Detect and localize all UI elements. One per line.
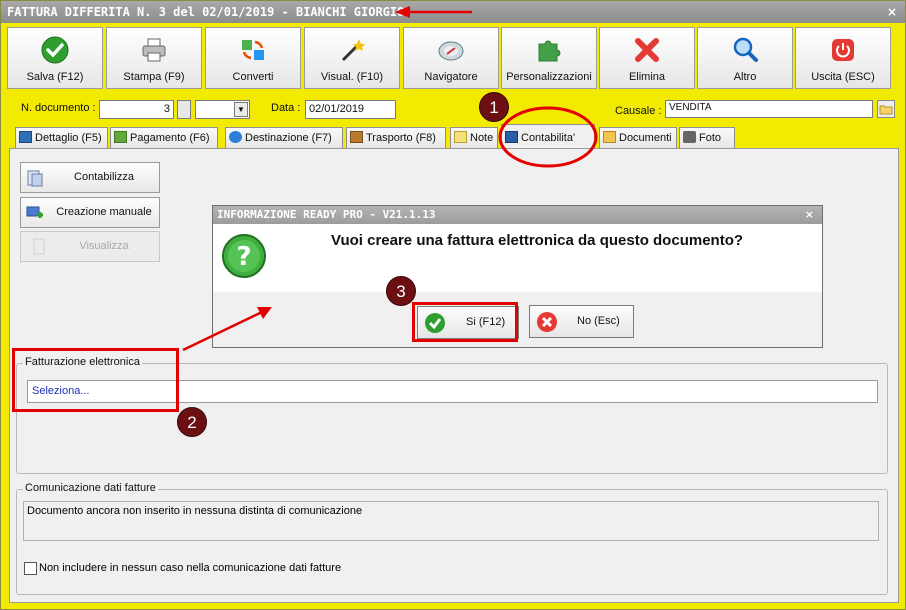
no-button[interactable]: No (Esc) — [529, 305, 634, 338]
print-button[interactable]: Stampa (F9) — [106, 27, 202, 89]
exit-label: Uscita (ESC) — [811, 71, 875, 83]
chevron-down-icon[interactable]: ▼ — [234, 102, 248, 117]
doc-number-field[interactable]: 3 — [99, 100, 174, 119]
truck-icon — [350, 131, 363, 143]
question-icon: ? — [222, 234, 266, 278]
causale-label: Causale : — [615, 105, 662, 117]
print-label: Stampa (F9) — [123, 71, 185, 83]
save-button[interactable]: Salva (F12) — [7, 27, 103, 89]
navigator-button[interactable]: Navigatore — [403, 27, 499, 89]
dialog-title: INFORMAZIONE READY PRO - V21.1.13 — [217, 208, 436, 221]
power-icon — [832, 39, 854, 61]
date-field[interactable]: 02/01/2019 — [305, 100, 396, 119]
tab-contabilita[interactable]: Contabilita' — [501, 124, 595, 150]
causale-field[interactable]: VENDITA — [665, 100, 873, 118]
globe-icon — [229, 131, 242, 143]
step-badge-1: 1 — [479, 92, 509, 122]
visual-label: Visual. (F10) — [320, 71, 384, 83]
doc-number-spin[interactable] — [177, 100, 191, 119]
dialog-body: ? Vuoi creare una fattura elettronica da… — [213, 224, 822, 292]
cdf-group-title: Comunicazione dati fatture — [23, 482, 158, 494]
money-icon — [114, 131, 127, 143]
dialog-close-icon[interactable]: × — [805, 206, 814, 224]
navigator-label: Navigatore — [424, 71, 478, 83]
customize-label: Personalizzazioni — [506, 71, 592, 83]
manual-creation-button[interactable]: Creazione manuale — [20, 197, 160, 228]
step-badge-3: 3 — [386, 276, 416, 306]
convert-label: Converti — [232, 71, 274, 83]
tab-trasporto[interactable]: Trasporto (F8) — [346, 127, 446, 149]
doc-suffix-select[interactable]: ▼ — [195, 100, 250, 119]
tab-note[interactable]: Note — [450, 127, 498, 149]
date-label: Data : — [271, 102, 301, 114]
cdf-exclude-label: Non includere in nessun caso nella comun… — [39, 562, 342, 574]
table-icon — [19, 131, 32, 143]
other-label: Altro — [733, 71, 757, 83]
note-icon — [454, 131, 467, 143]
tab-pagamento[interactable]: Pagamento (F6) — [110, 127, 218, 149]
yes-highlight-box — [412, 302, 518, 342]
check-icon — [41, 36, 69, 64]
contabilizza-button[interactable]: Contabilizza — [20, 162, 160, 193]
tab-dettaglio[interactable]: Dettaglio (F5) — [15, 127, 108, 149]
tab-destinazione[interactable]: Destinazione (F7) — [225, 127, 343, 149]
cdf-group: Comunicazione dati fatture Documento anc… — [16, 482, 888, 595]
other-button[interactable]: Altro — [697, 27, 793, 89]
delete-label: Elimina — [628, 71, 666, 83]
cdf-exclude-checkbox[interactable] — [24, 562, 37, 575]
cdf-status-text: Documento ancora non inserito in nessuna… — [23, 501, 879, 541]
book-icon — [505, 131, 518, 143]
dialog-titlebar: INFORMAZIONE READY PRO - V21.1.13 × — [213, 206, 822, 224]
delete-icon — [635, 38, 659, 62]
folder-icon[interactable] — [877, 100, 895, 118]
search-icon — [733, 37, 758, 62]
printer-icon — [142, 38, 166, 62]
window-titlebar: FATTURA DIFFERITA N. 3 del 02/01/2019 - … — [1, 1, 905, 23]
tab-documenti[interactable]: Documenti — [599, 127, 677, 149]
customize-button[interactable]: Personalizzazioni — [501, 27, 597, 89]
convert-button[interactable]: Converti — [205, 27, 301, 89]
magic-wand-icon — [341, 39, 365, 62]
delete-button[interactable]: Elimina — [599, 27, 695, 89]
window-title: FATTURA DIFFERITA N. 3 del 02/01/2019 - … — [7, 5, 405, 19]
dialog-message: Vuoi creare una fattura elettronica da q… — [331, 232, 744, 249]
visual-button[interactable]: Visual. (F10) — [304, 27, 400, 89]
exit-button[interactable]: Uscita (ESC) — [795, 27, 891, 89]
folder-icon — [603, 131, 616, 143]
camera-icon — [683, 131, 696, 143]
svg-text:?: ? — [236, 242, 251, 272]
fe-highlight-box — [12, 348, 179, 412]
window-close-icon[interactable]: × — [887, 1, 897, 23]
convert-icon — [242, 40, 264, 60]
tab-foto[interactable]: Foto — [679, 127, 735, 149]
save-label: Salva (F12) — [26, 71, 84, 83]
visualizza-button[interactable]: Visualizza — [20, 231, 160, 262]
puzzle-icon — [538, 40, 561, 62]
cancel-icon — [537, 312, 557, 332]
doc-number-label: N. documento : — [21, 102, 96, 114]
step-badge-2: 2 — [177, 407, 207, 437]
compass-icon — [438, 41, 464, 61]
